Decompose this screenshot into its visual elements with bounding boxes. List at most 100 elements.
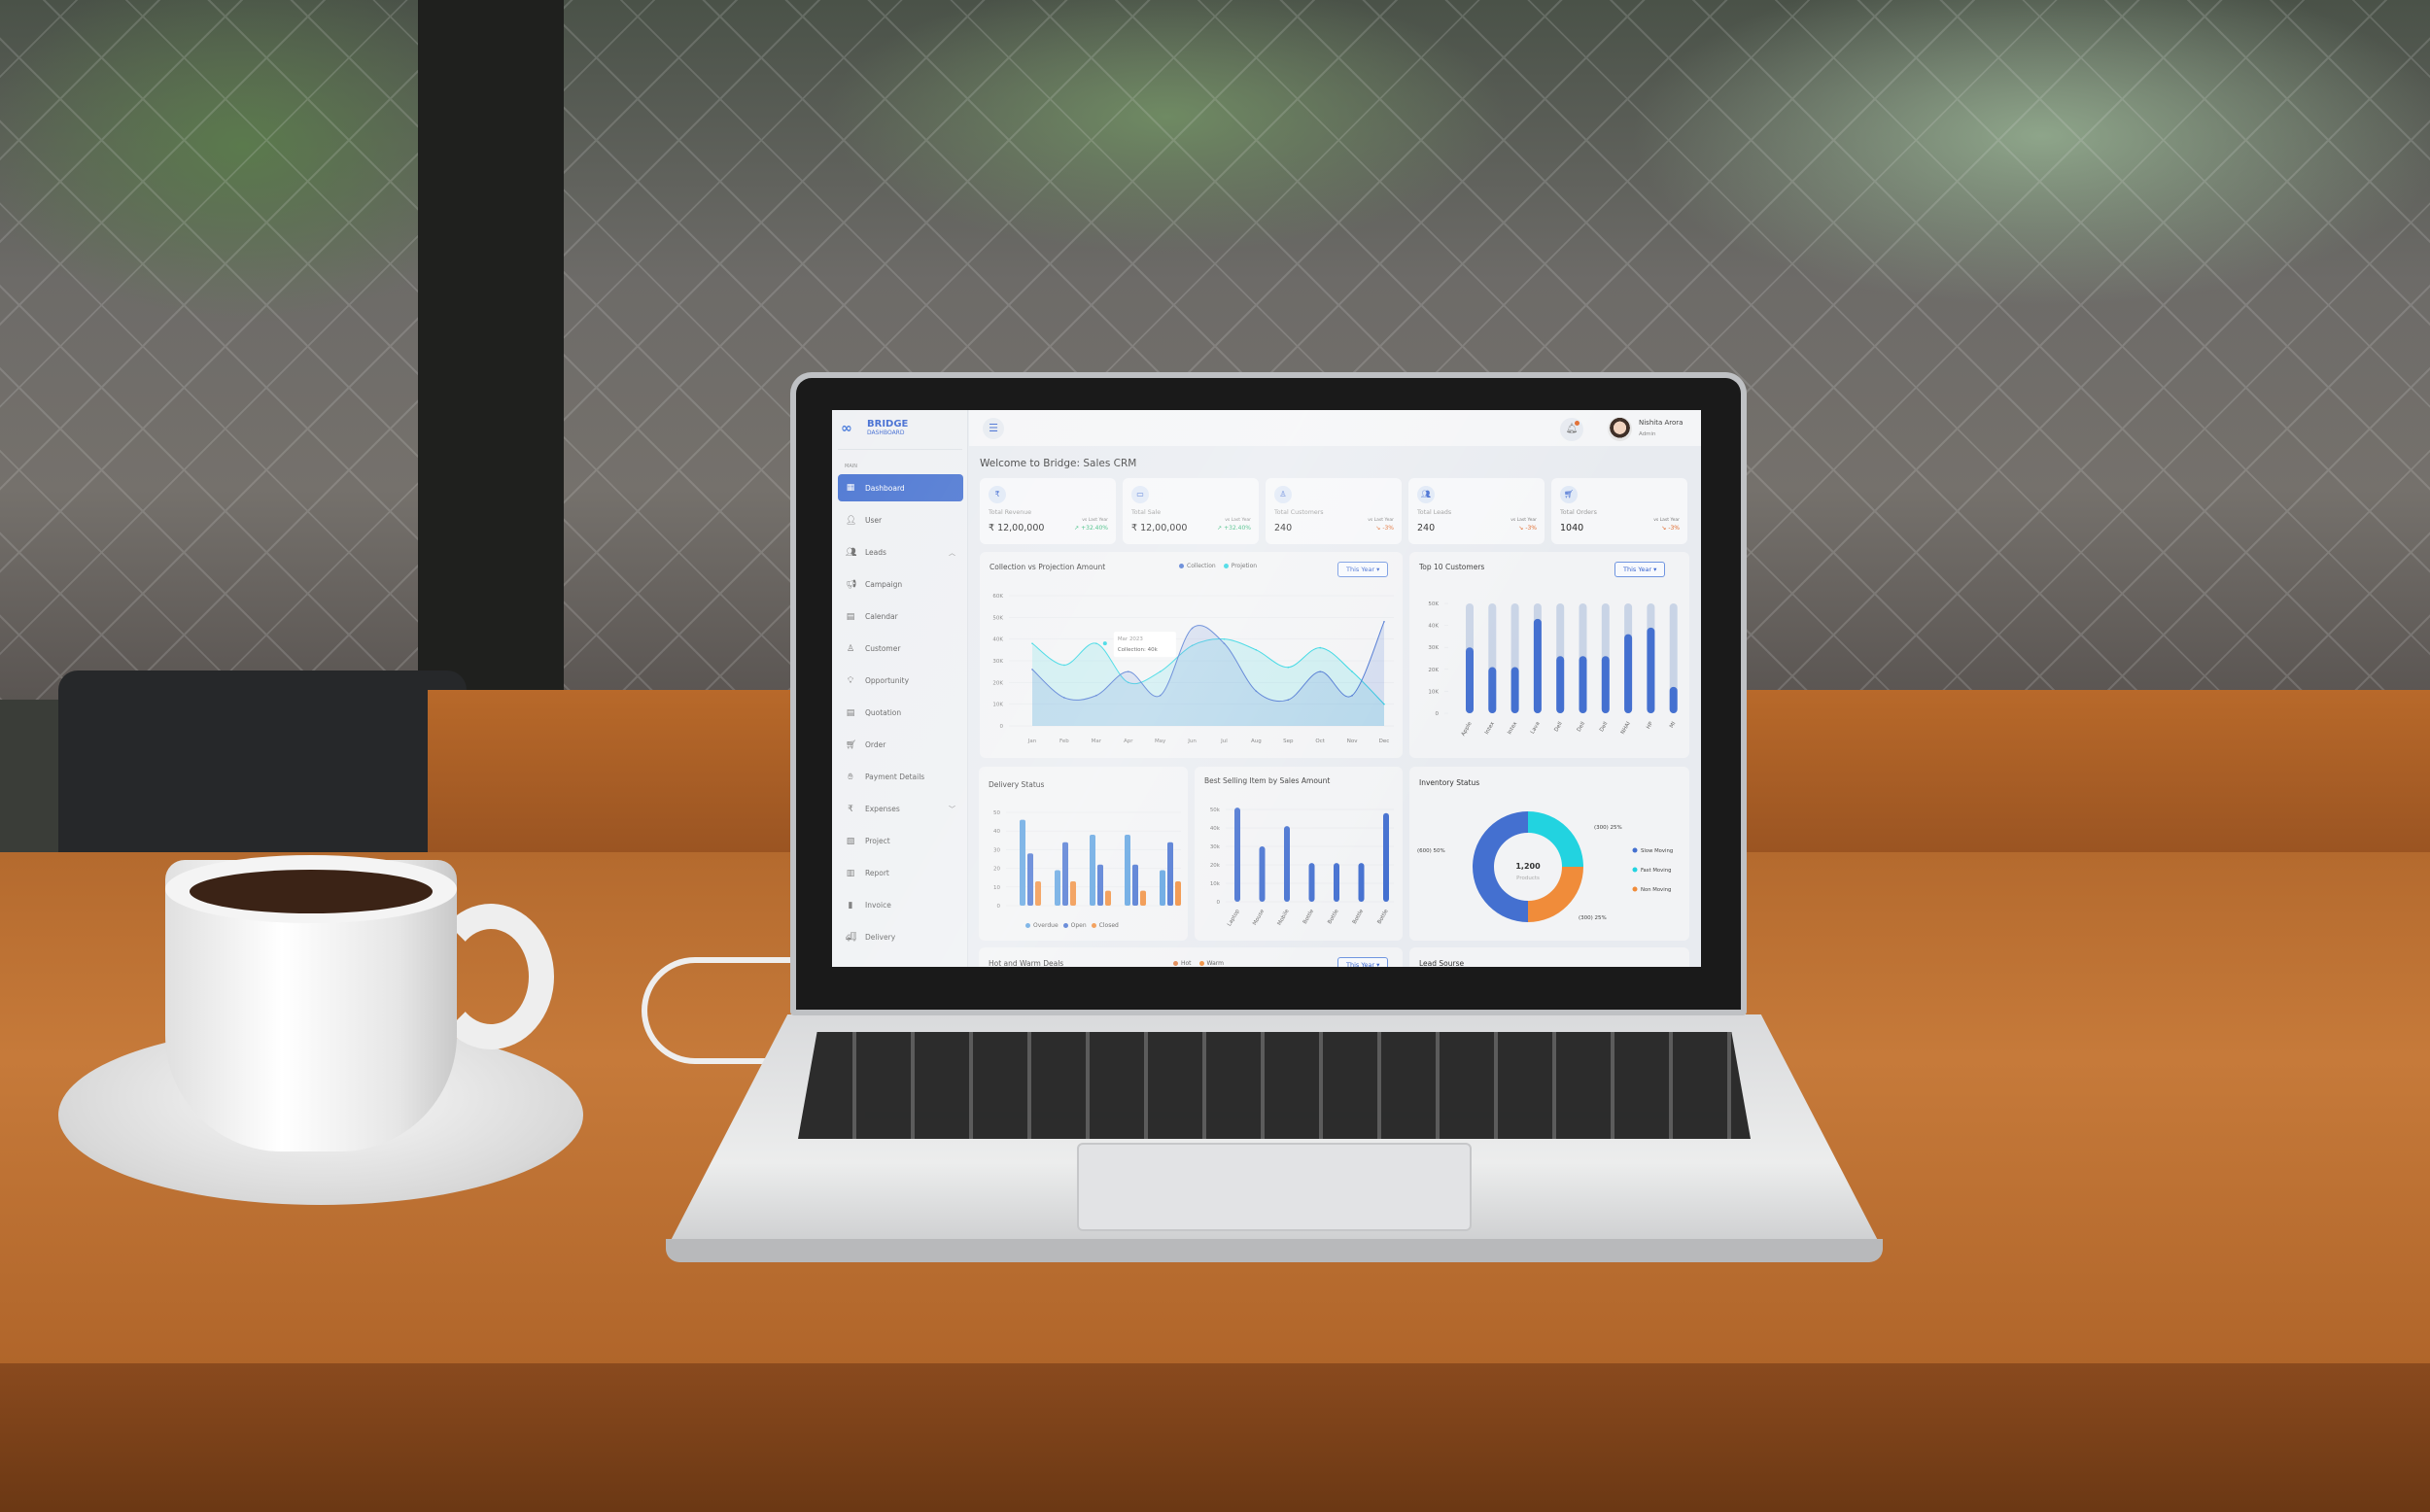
slice-label: (300) 25% [1579, 915, 1607, 921]
bar [1334, 863, 1339, 902]
user-name[interactable]: Nishita Arora [1639, 419, 1683, 427]
chevron-down-icon[interactable]: ﹀ [949, 805, 955, 814]
data-point [1351, 694, 1353, 697]
y-tick-label: 40k [1210, 826, 1221, 832]
sidebar-item-invoice[interactable]: ▮ Invoice [838, 889, 963, 921]
sidebar-section-label: MAIN [845, 464, 857, 469]
sidebar-item-quotation[interactable]: ▤ Quotation [838, 697, 963, 729]
y-tick-label: 0 [1217, 900, 1221, 906]
bar-closed [1140, 890, 1146, 906]
legend-label: Non Moving [1641, 887, 1671, 893]
sidebar-item-campaign[interactable]: 📢︎ Campaign [838, 568, 963, 601]
data-point [1287, 666, 1290, 669]
laptop-trackpad [1077, 1143, 1472, 1231]
bar-closed [1070, 881, 1076, 906]
sidebar-item-expenses[interactable]: ₹ Expenses ﹀ [838, 793, 963, 825]
legend-projection: Projetion [1231, 563, 1258, 569]
chart-title: Delivery Status [989, 780, 1045, 789]
bar [1234, 808, 1240, 902]
data-point [1191, 627, 1194, 630]
data-point [1255, 690, 1258, 693]
y-tick-label: 20K [1428, 668, 1439, 673]
stat-compare-label: vs Last Year [1082, 518, 1108, 523]
stat-change-value: -3% [1382, 525, 1394, 532]
slice-label: (300) 25% [1594, 825, 1622, 831]
sidebar-item-delivery[interactable]: 🚚︎ Delivery [838, 921, 963, 953]
y-tick-label: 30K [992, 659, 1003, 665]
sidebar-item-customer[interactable]: ♙ Customer [838, 633, 963, 665]
laptop-base-edge [666, 1239, 1883, 1262]
x-tick-label: May [1155, 739, 1166, 744]
bar [1308, 863, 1315, 902]
legend-closed: Closed [1098, 922, 1119, 929]
stat-value: ₹ 12,00,000 [1131, 523, 1188, 533]
sidebar-item-leads[interactable]: 👥︎ Leads ︿ [838, 536, 963, 568]
stat-label: Total Orders [1560, 509, 1597, 516]
sidebar-item-label: Dashboard [865, 483, 905, 493]
legend-dot [1091, 923, 1096, 928]
sidebar-item-label: Opportunity [865, 676, 910, 685]
notification-bell-icon[interactable]: 🔔︎ [1560, 418, 1583, 441]
tooltip-date: Mar 2023 [1118, 636, 1144, 642]
stat-compare-label: vs Last Year [1225, 518, 1251, 523]
sidebar-item-label: Expenses [865, 805, 900, 813]
stat-change-value: -3% [1525, 525, 1537, 532]
legend-dot [1632, 847, 1638, 853]
bar-open [1027, 853, 1033, 906]
this-year-dropdown[interactable]: This Year ▾ [1337, 562, 1389, 577]
chart-title: Collection vs Projection Amount [989, 563, 1106, 571]
customer-icon: ♙ [846, 643, 855, 654]
data-point [1223, 642, 1226, 644]
delivery-status-chart: 0 10 20 30 40 50 [993, 810, 1181, 910]
collection-projection-chart: 0 10K 20K 30K 40K 50K 60K Jan Feb Mar Apr May Jun Jul… [992, 594, 1394, 744]
chevron-up-icon[interactable]: ︿ [949, 548, 955, 558]
sidebar-item-project[interactable]: ▧ Project [838, 825, 963, 857]
stat-label: Total Leads [1417, 509, 1452, 516]
legend-collection: Collection [1187, 563, 1216, 569]
trend-down-icon: ↘ [1375, 525, 1381, 532]
page-title: Welcome to Bridge: Sales CRM [980, 458, 1137, 469]
bar-overdue [1090, 835, 1095, 906]
bar [1510, 667, 1519, 713]
sidebar-item-label: Delivery [865, 933, 896, 942]
bar-open [1132, 864, 1138, 906]
logo[interactable]: ∞ BRIDGE DASHBOARD [841, 420, 908, 437]
bar-overdue [1160, 870, 1165, 906]
sidebar-item-user[interactable]: 👤︎ User [838, 504, 963, 536]
sidebar-item-opportunity[interactable]: 💡︎ Opportunity [838, 665, 963, 697]
stat-compare-label: vs Last Year [1510, 518, 1537, 523]
bar [1601, 656, 1610, 713]
avatar[interactable] [1608, 417, 1632, 441]
donut-slice-fast-moving [1528, 811, 1583, 867]
sidebar-item-order[interactable]: 🛒︎ Order [838, 729, 963, 761]
this-year-dropdown[interactable]: This Year ▾ [1337, 957, 1389, 967]
laptop-keyboard [798, 1032, 1751, 1139]
y-tick-label: 30k [1210, 844, 1221, 850]
bar-overdue [1020, 819, 1025, 906]
bar [1259, 846, 1266, 902]
this-year-dropdown[interactable]: This Year ▾ [1614, 562, 1666, 577]
sidebar-item-dashboard[interactable]: ▦ Dashboard [838, 474, 963, 501]
data-point [1031, 642, 1033, 644]
logo-subtitle: DASHBOARD [867, 430, 905, 436]
x-tick-label: Apple [1461, 720, 1474, 737]
chart-legend: Overdue Open Closed [1025, 922, 1119, 929]
donut-center-value: 1,200 [1515, 862, 1541, 871]
sidebar-item-payment-details[interactable]: ✋︎ Payment Details [838, 761, 963, 793]
rupee-icon: ₹ [989, 486, 1006, 503]
cart-icon: 🛒︎ [846, 739, 857, 750]
y-tick-label: 20K [992, 680, 1003, 686]
megaphone-icon: 📢︎ [846, 579, 857, 590]
cart-icon: 🛒︎ [1560, 486, 1578, 503]
menu-toggle-icon[interactable]: ☰ [983, 418, 1004, 439]
hot-warm-deals-card: Hot and Warm Deals Hot Warm This Year ▾ [979, 947, 1403, 967]
tooltip [1113, 632, 1176, 658]
x-tick-label: Sep [1283, 739, 1294, 744]
legend-label: Fast Moving [1641, 868, 1671, 874]
stat-label: Total Sale [1131, 509, 1162, 516]
rupee-icon: ₹ [848, 804, 853, 814]
sidebar-item-report[interactable]: ▥ Report [838, 857, 963, 889]
stat-change: ↗ +32.40% [1074, 525, 1108, 532]
trend-up-icon: ↗ [1074, 525, 1080, 532]
sidebar-item-calendar[interactable]: ▤ Calendar [838, 601, 963, 633]
